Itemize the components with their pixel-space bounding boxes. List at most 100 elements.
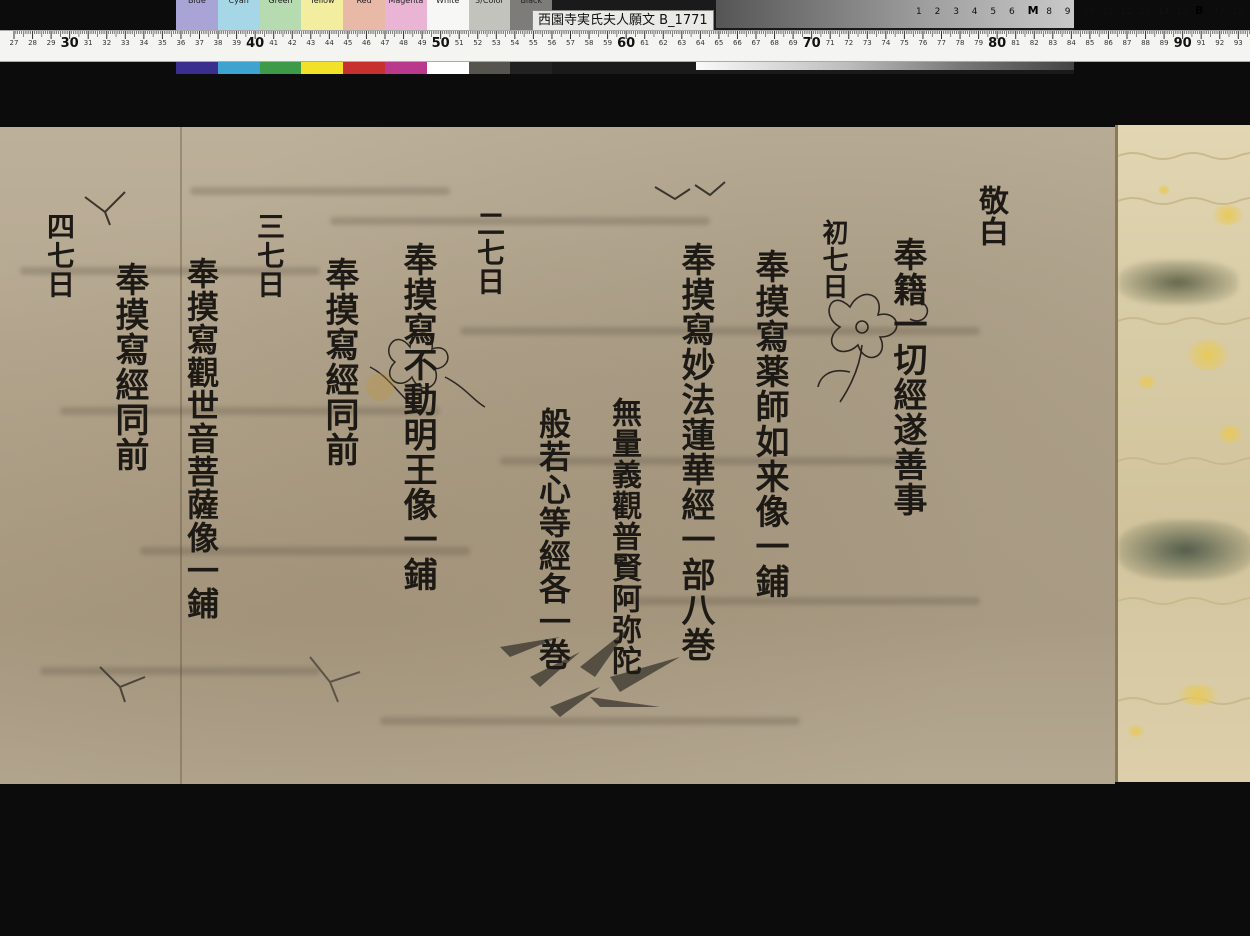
gold-leaf-fleck: [1213, 205, 1243, 225]
ruler-label: 78: [955, 39, 965, 47]
wave-pattern: [1118, 317, 1250, 325]
manuscript-text-column: 奉摸寫薬師如来像一鋪: [749, 249, 789, 599]
wave-pattern: [1118, 597, 1250, 605]
ruler-label: 71: [825, 39, 835, 47]
gold-leaf-fleck: [1128, 725, 1144, 737]
ruler-label: 48: [399, 39, 409, 47]
ink-streak: [620, 597, 980, 605]
ruler-label: 49: [417, 39, 427, 47]
ruler-label: 31: [83, 39, 93, 47]
manuscript-text-column: 奉摸寫經同前: [109, 262, 149, 472]
ruler-label: 84: [1066, 39, 1076, 47]
ruler-label: 51: [454, 39, 464, 47]
ruler-label: 56: [547, 39, 557, 47]
ruler-label: 86: [1103, 39, 1113, 47]
ruler-major-label: 90: [1173, 36, 1192, 51]
ruler-label: 75: [899, 39, 909, 47]
ruler-label: 38: [213, 39, 223, 47]
ruler-label: 37: [195, 39, 204, 47]
manuscript-text-column: 奉摸寫妙法蓮華經一部八巻: [675, 242, 715, 662]
ruler-major-label: 40: [246, 36, 265, 51]
swatch-label: Magenta: [388, 0, 424, 5]
ruler-label: 92: [1215, 39, 1225, 47]
color-swatch: Magenta: [384, 0, 427, 31]
color-swatch-dark: [510, 60, 553, 74]
ruler-label: 85: [1085, 39, 1095, 47]
ruler-label: 59: [603, 39, 613, 47]
grayscale-tick-label: 18: [1232, 7, 1244, 17]
ruler-label: 32: [102, 39, 112, 47]
ruler-label: 39: [232, 39, 242, 47]
ruler-label: 43: [306, 39, 316, 47]
ink-streak: [190, 187, 450, 195]
ruler-label: 68: [770, 39, 780, 47]
swatch-label: Red: [356, 0, 372, 5]
grayscale-tick-label: 8: [1046, 7, 1052, 17]
color-swatch-dark: [259, 60, 302, 74]
ruler-label: 57: [566, 39, 575, 47]
color-swatch: 3/Color: [468, 0, 511, 31]
ruler-label: 74: [881, 39, 891, 47]
color-swatch-dark: [217, 60, 260, 74]
ruler-label: 65: [714, 39, 724, 47]
ruler-label: 67: [751, 39, 761, 47]
ruler-label: 62: [658, 39, 668, 47]
ruler-major-label: 80: [988, 36, 1007, 51]
swatch-label: Black: [520, 0, 543, 5]
swatch-label: Yellow: [309, 0, 335, 5]
ruler-label: 79: [974, 39, 984, 47]
ink-streak: [330, 217, 710, 225]
color-swatch: Red: [343, 0, 385, 31]
ruler-label: 45: [343, 39, 353, 47]
ruler-label: 77: [937, 39, 946, 47]
ruler-label: 61: [640, 39, 650, 47]
color-swatch-dark: [384, 60, 427, 74]
color-swatch-dark: [301, 60, 344, 74]
bird-illustration: [99, 666, 146, 703]
manuscript-text-column: 三七日: [253, 212, 286, 299]
grayscale-tick-label: 9: [1064, 7, 1071, 17]
ruler-label: 66: [732, 39, 742, 47]
grayscale-tick-label: 4: [971, 7, 978, 17]
color-swatch: Yellow: [301, 0, 344, 31]
manuscript-text-column: 般若心等經各一巻: [534, 407, 572, 671]
grayscale-tick-label: 17: [1213, 7, 1226, 17]
grayscale-tick-label: 11: [1102, 7, 1114, 17]
ruler-label: 81: [1011, 39, 1021, 47]
color-swatch-dark: [426, 60, 469, 74]
grayscale-tick-label: 13: [1139, 7, 1151, 17]
bird-illustration: [84, 191, 126, 226]
ruler-label: 89: [1159, 39, 1169, 47]
grayscale-tick-label: 15: [1176, 7, 1188, 17]
swatch-label: Blue: [188, 0, 206, 5]
manuscript-text-column: 四七日: [43, 212, 76, 299]
gold-leaf-fleck: [1138, 375, 1156, 389]
ruler-label: 83: [1048, 39, 1058, 47]
ruler-major-label: 60: [617, 36, 636, 51]
wave-pattern: [1118, 197, 1250, 205]
color-swatch-dark: [343, 60, 385, 74]
swatch-label: Cyan: [228, 0, 249, 5]
ruler-label: 63: [677, 39, 687, 47]
ruler-label: 29: [46, 39, 56, 47]
grayscale-tick-label: 10: [1083, 7, 1095, 17]
grayscale-tick-label: B: [1195, 4, 1204, 17]
color-swatch-dark: [468, 60, 511, 74]
color-swatch-row-dark: [176, 60, 553, 74]
bird-illustration: [309, 656, 361, 703]
grayscale-tick-label: 3: [953, 7, 959, 17]
wave-pattern: [1118, 152, 1250, 160]
ruler-label: 69: [788, 39, 798, 47]
manuscript-scroll: 敬白 初七日 奉籍一切經遂善事 奉摸寫薬師如来像一鋪 奉摸寫妙法蓮華經一部八巻 無量義觀普…: [0, 127, 1115, 784]
ruler-major-label: 70: [802, 36, 821, 51]
swatch-label: White: [436, 0, 460, 5]
ruler-label: 52: [473, 39, 483, 47]
grayscale-tick-label: M: [1027, 4, 1039, 17]
ruler-label: 64: [695, 39, 705, 47]
ruler-label: 46: [361, 39, 371, 47]
manuscript-text-column: 初七日: [818, 219, 848, 300]
color-swatch-row: Blue Cyan Green Yellow Red Magenta White 3/Colo…: [176, 0, 553, 31]
ruler-label: 87: [1122, 39, 1132, 47]
ruler-label: 72: [844, 39, 854, 47]
bamboo-leaf-illustration: [500, 627, 680, 717]
